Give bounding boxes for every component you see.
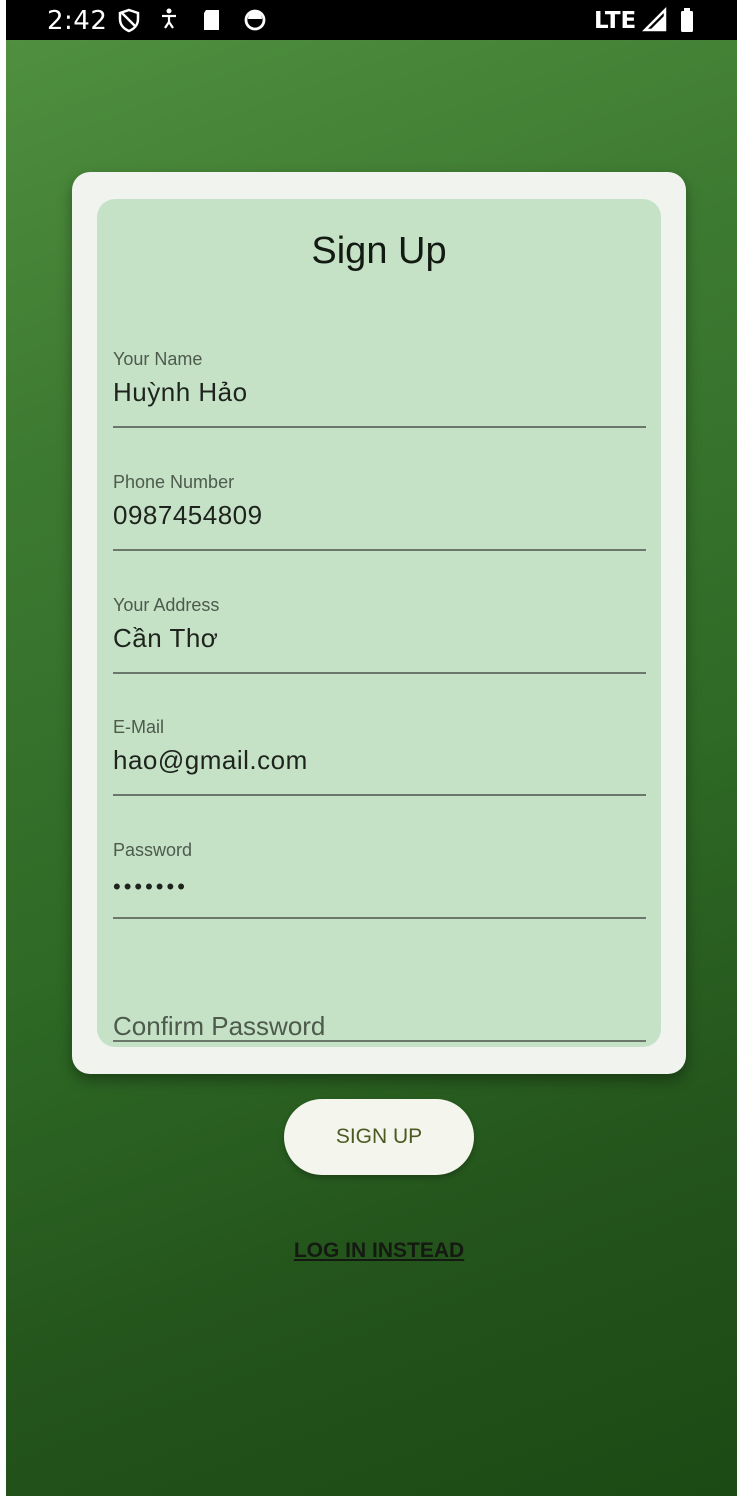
- signup-form: Sign Up Your Name Huỳnh Hảo Phone Number…: [97, 199, 661, 1262]
- name-value[interactable]: Huỳnh Hảo: [113, 375, 248, 409]
- signup-card: Sign Up Your Name Huỳnh Hảo Phone Number…: [72, 172, 686, 1262]
- password-underline: [113, 917, 646, 919]
- address-underline: [113, 672, 646, 674]
- battery-icon: [681, 8, 693, 32]
- page-title: Sign Up: [311, 230, 447, 272]
- circle-icon: [244, 9, 266, 31]
- address-value[interactable]: Cần Thơ: [113, 621, 218, 655]
- confirm-password-field[interactable]: Confirm Password: [113, 961, 646, 1081]
- email-underline: [113, 794, 646, 796]
- phone-label: Phone Number: [113, 472, 235, 492]
- sd-card-icon: [204, 10, 219, 30]
- confirm-password-placeholder[interactable]: Confirm Password: [113, 1009, 325, 1043]
- network-type: LTE: [594, 8, 637, 34]
- confirm-password-underline: [113, 1040, 646, 1042]
- email-field[interactable]: E-Mail hao@gmail.com: [113, 715, 646, 835]
- email-value[interactable]: hao@gmail.com: [113, 743, 308, 777]
- email-label: E-Mail: [113, 717, 165, 737]
- signal-icon: [642, 7, 667, 32]
- app-screen: Sign Up Your Name Huỳnh Hảo Phone Number…: [6, 40, 737, 1496]
- password-value[interactable]: •••••••: [113, 870, 188, 904]
- phone-frame: 2:42 LTE Sign Up Your Name Huỳnh Hảo Pho…: [6, 0, 737, 1496]
- name-field[interactable]: Your Name Huỳnh Hảo: [113, 347, 646, 467]
- password-field[interactable]: Password •••••••: [113, 838, 646, 958]
- status-bar: 2:42 LTE: [6, 0, 737, 40]
- name-label: Your Name: [113, 349, 203, 369]
- name-underline: [113, 426, 646, 428]
- shield-icon: [118, 8, 140, 33]
- phone-underline: [113, 549, 646, 551]
- address-label: Your Address: [113, 595, 220, 615]
- signup-button[interactable]: SIGN UP: [284, 1099, 474, 1175]
- address-field[interactable]: Your Address Cần Thơ: [113, 593, 646, 713]
- phone-value[interactable]: 0987454809: [113, 498, 263, 532]
- password-label: Password: [113, 840, 193, 860]
- accessibility-icon: [162, 8, 176, 29]
- login-instead-link[interactable]: LOG IN INSTEAD: [97, 1237, 661, 1265]
- phone-field[interactable]: Phone Number 0987454809: [113, 470, 646, 590]
- status-time: 2:42: [47, 6, 108, 36]
